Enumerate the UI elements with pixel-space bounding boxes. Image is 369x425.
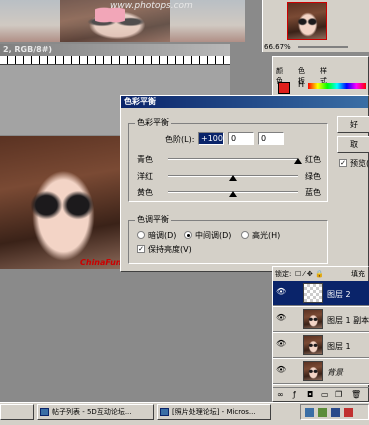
level-field-3[interactable]: 0 [258, 132, 284, 145]
hue-ramp[interactable] [308, 83, 366, 89]
navigator-zoom[interactable]: 66.67% [264, 43, 291, 51]
layer-row[interactable]: 👁 图层 1 副本 [273, 307, 369, 332]
radio-highlights-label[interactable]: 高光(H) [252, 230, 280, 241]
browser-icon [160, 408, 169, 416]
eye-icon[interactable]: 👁 [276, 287, 286, 297]
dialog-titlebar[interactable]: 色彩平衡 [121, 96, 368, 108]
new-layer-icon[interactable]: ❐ [335, 390, 342, 399]
lock-label: 锁定: [275, 270, 292, 278]
system-tray [300, 404, 369, 420]
slider-yellow-blue-thumb[interactable] [229, 191, 237, 197]
taskbar-item-start-stub[interactable] [0, 404, 34, 420]
channel-label: H [298, 80, 305, 89]
new-set-icon[interactable]: ▭ [321, 390, 329, 399]
preview-checkbox[interactable]: ✓ [339, 159, 347, 167]
balance-group-label: 色彩平衡 [135, 117, 171, 128]
layer-style-icon[interactable]: ƒ [293, 390, 296, 399]
levels-label: 色阶(L): [165, 135, 195, 144]
slider-magenta-label: 洋红 [137, 172, 153, 181]
navigator-zoom-slider[interactable] [298, 46, 348, 48]
slider-red-label: 红色 [305, 155, 321, 164]
slider-cyan-red-track[interactable] [168, 158, 298, 160]
ok-button[interactable]: 好 [337, 116, 369, 133]
slider-yellow-label: 黄色 [137, 188, 153, 197]
layers-toolbar: ∞ ƒ ◘ ▭ ❐ 🗑 [273, 387, 369, 401]
layer-thumbnail [303, 361, 323, 381]
layer-row[interactable]: 👁 图层 1 [273, 333, 369, 358]
layer-name[interactable]: 图层 2 [327, 289, 351, 300]
watermark: www.photops.com [110, 1, 193, 11]
radio-midtones-label[interactable]: 中间调(D) [195, 230, 231, 241]
layer-row[interactable]: 👁 图层 2 [273, 281, 369, 306]
layers-list: 👁 图层 2 👁 图层 1 副本 👁 图层 1 👁 背景 [273, 281, 369, 385]
taskbar-item-forum[interactable]: 帖子列表 - 5D互动论坛... [37, 404, 154, 420]
tray-icon[interactable] [318, 408, 327, 417]
eye-icon[interactable]: 👁 [276, 365, 286, 375]
slider-magenta-green-thumb[interactable] [229, 175, 237, 181]
document-title: 2, RGB/8#) [3, 45, 53, 54]
document-ruler [0, 56, 230, 65]
cancel-button[interactable]: 取 [337, 136, 369, 153]
radio-shadows-label[interactable]: 暗调(D) [148, 230, 176, 241]
preserve-luminosity-label[interactable]: 保持亮度(V) [148, 244, 192, 255]
trash-icon[interactable]: 🗑 [351, 390, 361, 399]
slider-cyan-label: 青色 [137, 155, 153, 164]
photo-caption: ChinaFun [80, 258, 122, 267]
level-field-1[interactable]: +100 [198, 132, 224, 145]
layer-name[interactable]: 图层 1 副本 [327, 315, 369, 326]
radio-midtones[interactable] [184, 231, 192, 239]
navigator-thumbnail[interactable] [287, 2, 327, 40]
layers-panel: 锁定: ☐ ⁄ ✥ 🔒 填充 👁 图层 2 👁 图层 1 副本 👁 图层 1 👁… [272, 266, 369, 402]
slider-blue-label: 蓝色 [305, 188, 321, 197]
document-photo[interactable] [0, 136, 122, 269]
mask-icon[interactable]: ◘ [307, 390, 313, 399]
document-titlebar[interactable]: 2, RGB/8#) [0, 44, 230, 56]
color-balance-dialog: 色彩平衡 色彩平衡 色阶(L): +100 0 0 青色 红色 洋红 绿色 黄色… [120, 95, 369, 272]
tray-icon[interactable] [331, 408, 340, 417]
taskbar-item-label: 帖子列表 - 5D互动论坛... [52, 408, 132, 416]
tray-icon[interactable] [344, 408, 353, 417]
lock-icons[interactable]: ☐ ⁄ ✥ 🔒 [295, 270, 324, 278]
layer-name[interactable]: 图层 1 [327, 341, 351, 352]
layer-thumbnail [303, 309, 323, 329]
radio-shadows[interactable] [137, 231, 145, 239]
tray-icon[interactable] [305, 408, 314, 417]
dialog-title: 色彩平衡 [124, 97, 156, 106]
foreground-swatch[interactable] [278, 82, 290, 94]
layer-thumbnail [303, 283, 323, 303]
taskbar-item-photo-forum[interactable]: [照片处理论坛] - Micros... [157, 404, 271, 420]
link-icon[interactable]: ∞ [277, 390, 284, 399]
preview-label[interactable]: 预览( [350, 158, 369, 169]
taskbar-item-label: [照片处理论坛] - Micros... [172, 408, 256, 416]
tone-group-label: 色调平衡 [135, 214, 171, 225]
layer-row[interactable]: 👁 背景 [273, 359, 369, 384]
slider-green-label: 绿色 [305, 172, 321, 181]
browser-icon [40, 408, 49, 416]
eye-icon[interactable]: 👁 [276, 339, 286, 349]
preserve-luminosity-checkbox[interactable]: ✓ [137, 245, 145, 253]
slider-cyan-red-thumb[interactable] [294, 158, 302, 164]
level-field-2[interactable]: 0 [228, 132, 254, 145]
layer-name[interactable]: 背景 [327, 367, 343, 378]
fill-label: 填充 [351, 270, 365, 278]
tone-group [128, 220, 328, 264]
layer-thumbnail [303, 335, 323, 355]
eye-icon[interactable]: 👁 [276, 313, 286, 323]
radio-highlights[interactable] [241, 231, 249, 239]
